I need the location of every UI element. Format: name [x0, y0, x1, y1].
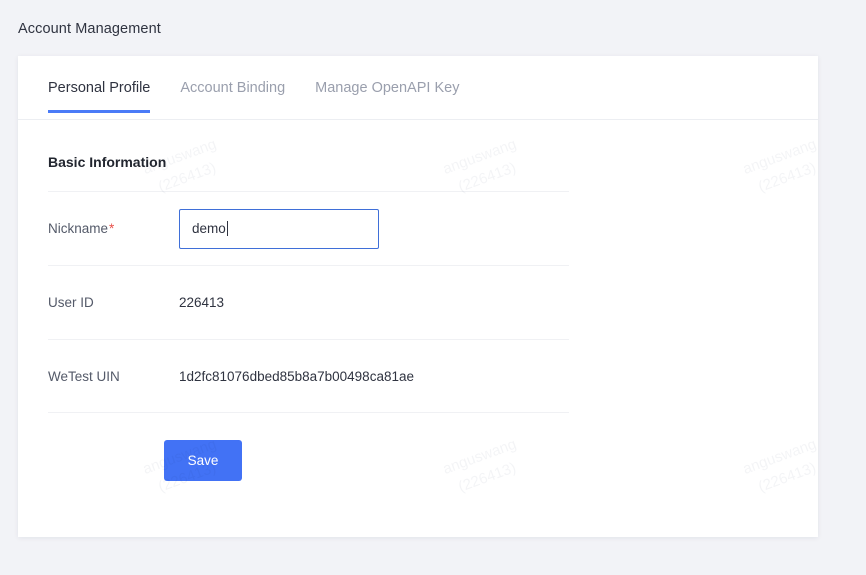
account-management-card: Personal Profile Account Binding Manage …	[18, 56, 818, 537]
user-id-label: User ID	[48, 295, 94, 310]
tab-bar: Personal Profile Account Binding Manage …	[18, 56, 818, 120]
form-row-nickname: Nickname*	[48, 191, 569, 265]
wetest-uin-label: WeTest UIN	[48, 368, 120, 384]
page-title: Account Management	[18, 21, 161, 37]
basic-information-form: Nickname* User ID 226413 WeTest UIN 1d2f…	[48, 191, 569, 413]
tab-personal-profile-label: Personal Profile	[48, 80, 151, 96]
tab-manage-openapi-key[interactable]: Manage OpenAPI Key	[315, 80, 459, 112]
personal-profile-panel: Basic Information Nickname* User ID 2264…	[18, 120, 818, 481]
section-title-basic-information: Basic Information	[48, 154, 167, 170]
text-cursor-icon	[227, 220, 228, 236]
tab-account-binding-label: Account Binding	[180, 80, 286, 96]
save-button[interactable]: Save	[164, 440, 242, 481]
nickname-label: Nickname*	[48, 221, 179, 236]
user-id-value: 226413	[179, 295, 225, 310]
form-row-user-id: User ID 226413	[48, 265, 569, 339]
required-asterisk-icon: *	[109, 221, 115, 236]
nickname-label-text: Nickname	[48, 221, 109, 236]
form-row-wetest-uin: WeTest UIN 1d2fc81076dbed85b8a7b00498ca8…	[48, 339, 569, 413]
tab-account-binding[interactable]: Account Binding	[180, 80, 285, 112]
wetest-uin-value: 1d2fc81076dbed85b8a7b00498ca81ae	[179, 368, 414, 384]
nickname-input[interactable]	[179, 208, 379, 249]
tab-manage-openapi-key-label: Manage OpenAPI Key	[315, 80, 460, 96]
nickname-input-wrapper	[179, 208, 379, 249]
tab-personal-profile[interactable]: Personal Profile	[48, 80, 151, 113]
